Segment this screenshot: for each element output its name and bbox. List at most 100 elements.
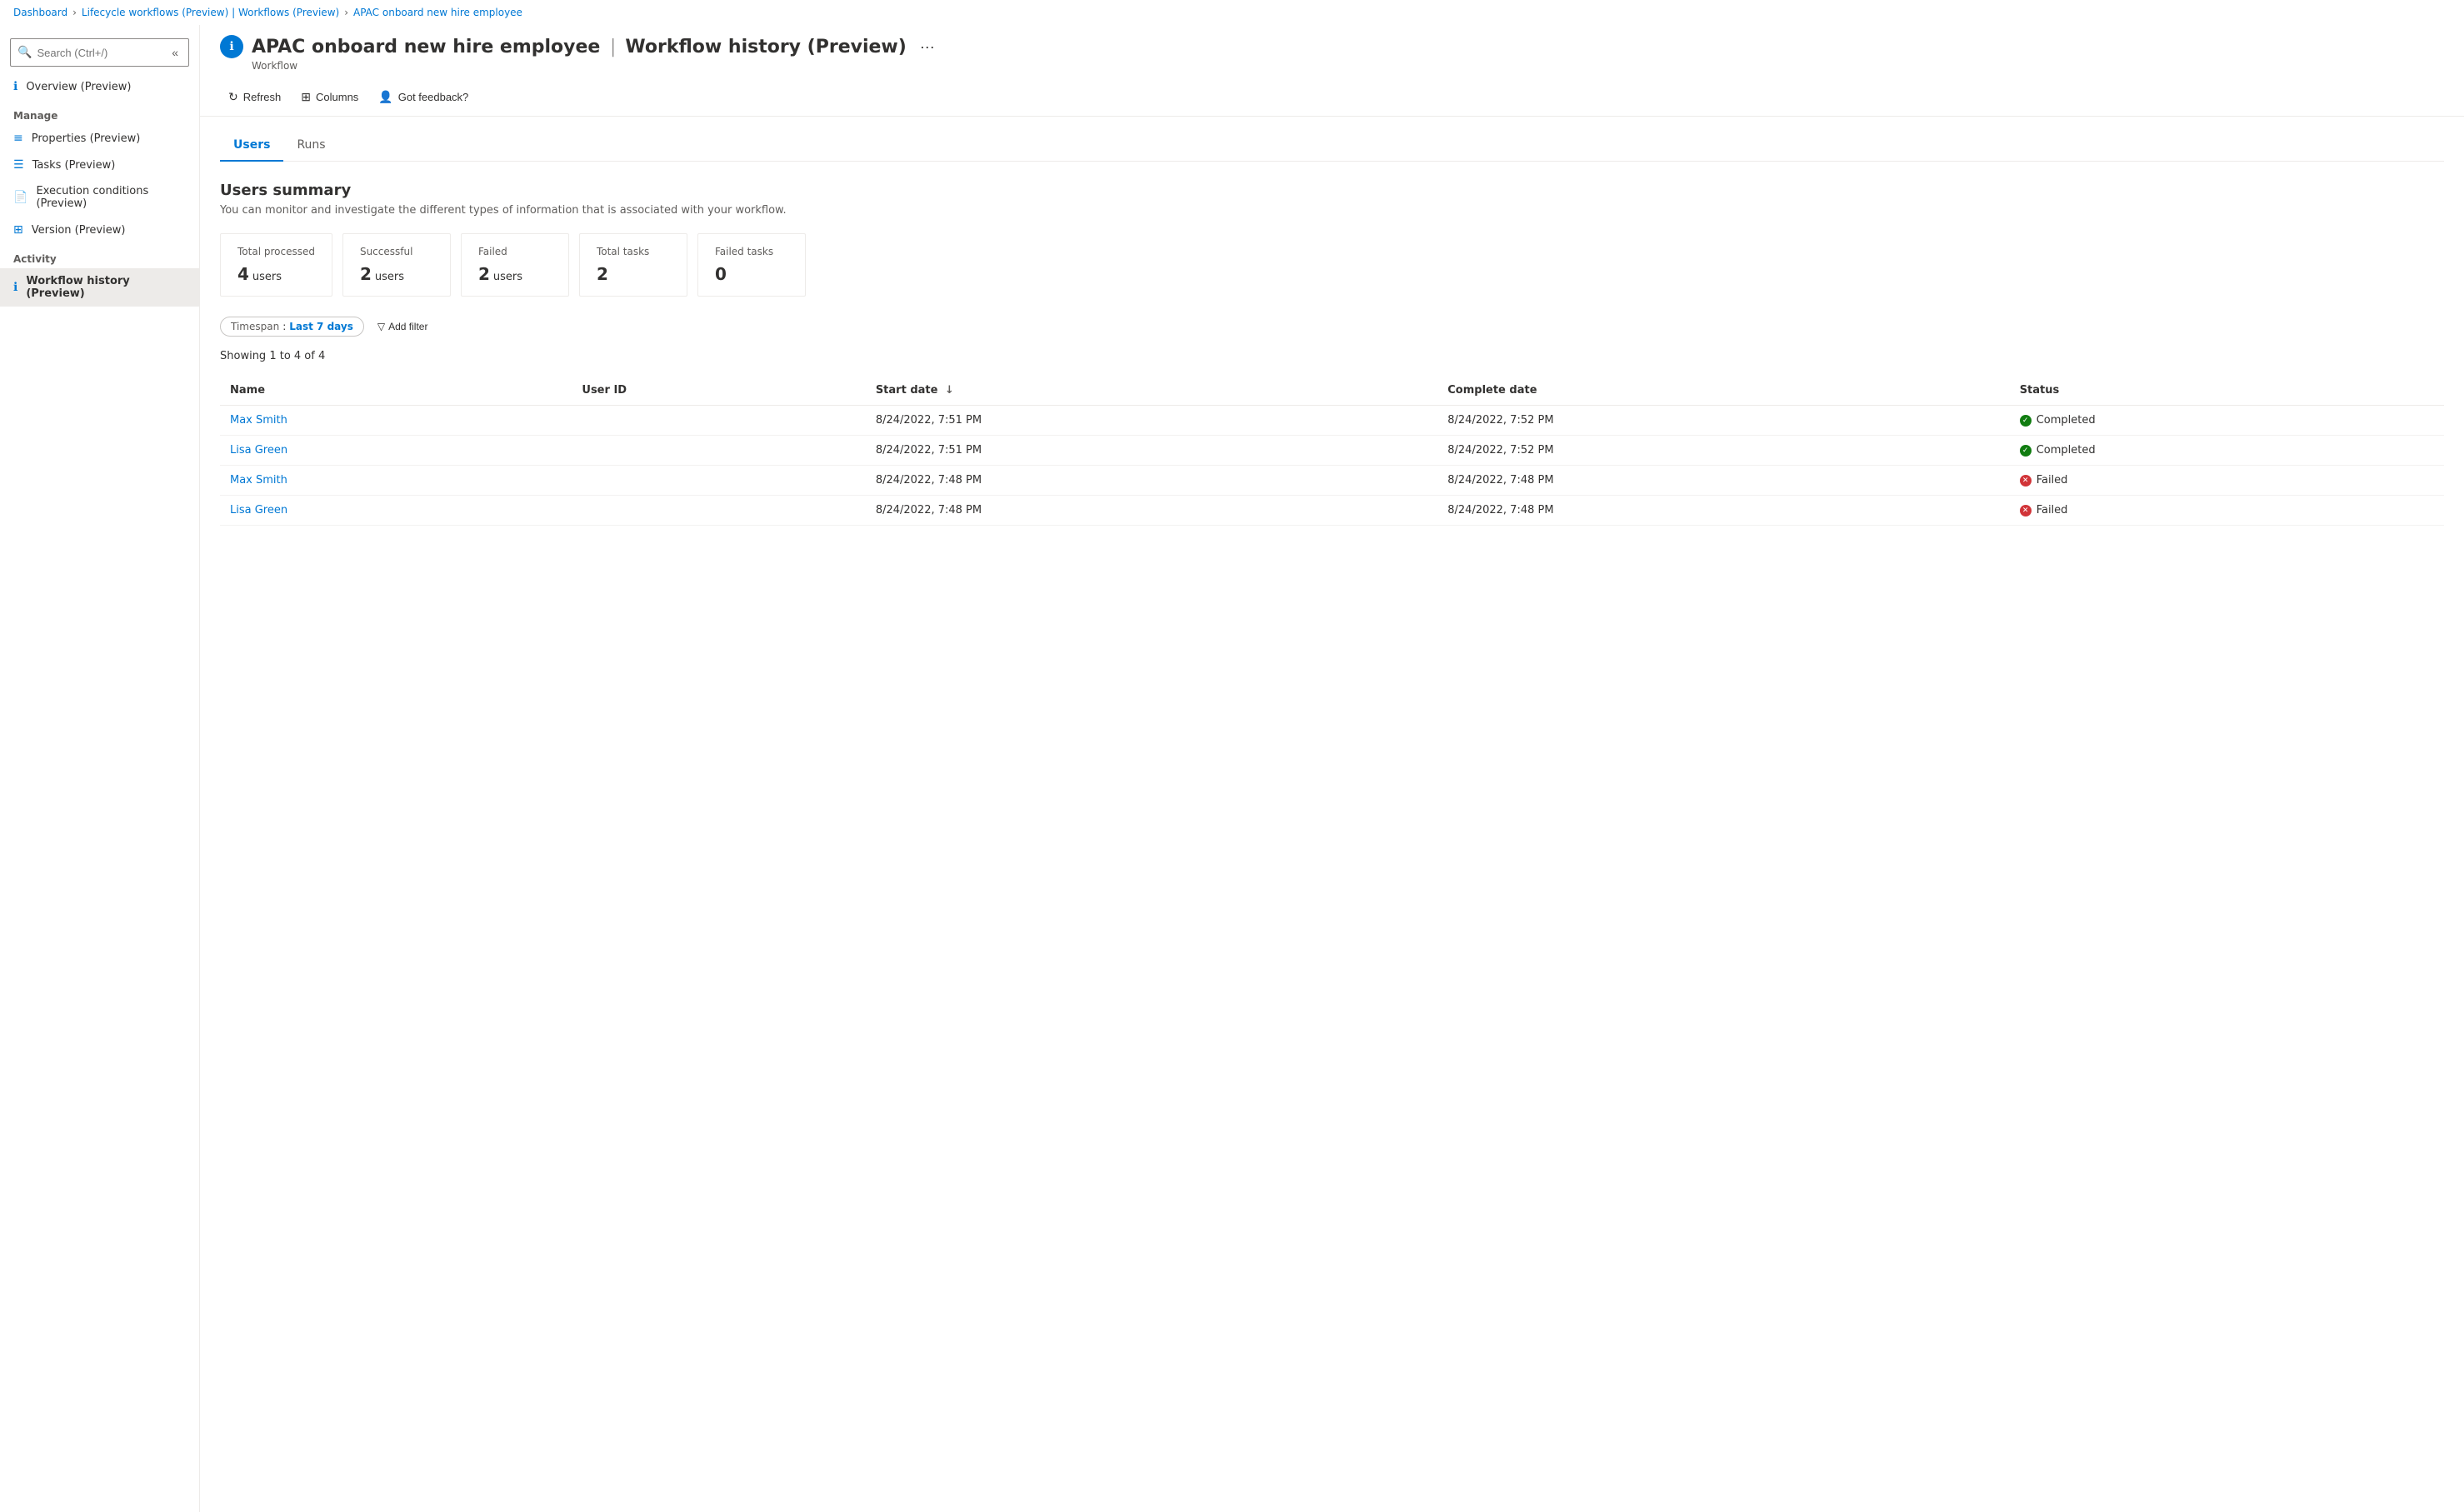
cell-completedate-0: 8/24/2022, 7:52 PM — [1437, 406, 2009, 436]
table-row: Max Smith 8/24/2022, 7:48 PM 8/24/2022, … — [220, 466, 2444, 496]
breadcrumb-dashboard[interactable]: Dashboard — [13, 7, 67, 18]
table-row: Lisa Green 8/24/2022, 7:51 PM 8/24/2022,… — [220, 436, 2444, 466]
stat-label-0: Total processed — [237, 246, 315, 257]
cell-startdate-2: 8/24/2022, 7:48 PM — [866, 466, 1437, 496]
feedback-button[interactable]: 👤 Got feedback? — [370, 85, 477, 109]
stat-successful: Successful 2users — [342, 233, 451, 297]
table-row: Max Smith 8/24/2022, 7:51 PM 8/24/2022, … — [220, 406, 2444, 436]
col-start-date[interactable]: Start date ↓ — [866, 376, 1437, 406]
search-input[interactable] — [37, 47, 163, 59]
refresh-icon: ↻ — [228, 90, 238, 104]
stat-total-tasks: Total tasks 2 — [579, 233, 687, 297]
cell-name-3: Lisa Green — [220, 496, 572, 526]
breadcrumb-current[interactable]: APAC onboard new hire employee — [353, 7, 522, 18]
columns-icon: ⊞ — [301, 90, 311, 104]
cell-userid-1 — [572, 436, 865, 466]
cell-name-2: Max Smith — [220, 466, 572, 496]
breadcrumb: Dashboard › Lifecycle workflows (Preview… — [0, 0, 2464, 25]
feedback-icon: 👤 — [378, 90, 392, 104]
columns-button[interactable]: ⊞ Columns — [292, 85, 367, 109]
status-text-2: Failed — [2037, 474, 2068, 487]
search-box[interactable]: 🔍 « — [10, 38, 189, 67]
cell-name-1: Lisa Green — [220, 436, 572, 466]
cell-userid-0 — [572, 406, 865, 436]
user-link-2[interactable]: Max Smith — [230, 474, 287, 487]
status-icon-0 — [2020, 415, 2032, 427]
bars-icon: ≡ — [13, 132, 23, 145]
cell-startdate-0: 8/24/2022, 7:51 PM — [866, 406, 1437, 436]
timespan-label: Timespan — [231, 321, 279, 332]
cell-status-1: Completed — [2010, 436, 2444, 466]
sidebar-item-tasks[interactable]: ☰ Tasks (Preview) — [0, 152, 199, 178]
stat-label-3: Total tasks — [597, 246, 670, 257]
tab-users[interactable]: Users — [220, 130, 283, 162]
cell-completedate-3: 8/24/2022, 7:48 PM — [1437, 496, 2009, 526]
sidebar: 🔍 « ℹ Overview (Preview) Manage ≡ Proper… — [0, 25, 200, 1512]
tabs: Users Runs — [220, 130, 2444, 162]
status-badge-0: Completed — [2020, 414, 2434, 427]
user-link-1[interactable]: Lisa Green — [230, 444, 287, 457]
sidebar-item-overview[interactable]: ℹ Overview (Preview) — [0, 73, 199, 100]
col-name: Name — [220, 376, 572, 406]
table-header-row: Name User ID Start date ↓ Complete date … — [220, 376, 2444, 406]
section-title: Users summary — [220, 182, 2444, 199]
breadcrumb-lifecycle[interactable]: Lifecycle workflows (Preview) | Workflow… — [82, 7, 339, 18]
add-filter-button[interactable]: ▽ Add filter — [371, 317, 435, 336]
search-icon: 🔍 — [17, 46, 32, 59]
toolbar: ↻ Refresh ⊞ Columns 👤 Got feedback? — [200, 78, 2464, 117]
cell-name-0: Max Smith — [220, 406, 572, 436]
sidebar-overview-label: Overview (Preview) — [26, 81, 131, 93]
timespan-value: Last 7 days — [289, 321, 353, 332]
cell-completedate-1: 8/24/2022, 7:52 PM — [1437, 436, 2009, 466]
cell-startdate-1: 8/24/2022, 7:51 PM — [866, 436, 1437, 466]
layers-icon: ⊞ — [13, 223, 23, 237]
status-icon-3 — [2020, 505, 2032, 516]
sort-arrow-start-date: ↓ — [945, 384, 954, 397]
stats-grid: Total processed 4users Successful 2users… — [220, 233, 2444, 297]
stat-value-2: 2users — [478, 264, 552, 284]
col-complete-date: Complete date — [1437, 376, 2009, 406]
collapse-button[interactable]: « — [168, 42, 182, 62]
stat-total-processed: Total processed 4users — [220, 233, 332, 297]
version-label: Version (Preview) — [32, 224, 126, 237]
cell-userid-2 — [572, 466, 865, 496]
user-link-0[interactable]: Max Smith — [230, 414, 287, 427]
stat-value-3: 2 — [597, 264, 670, 284]
refresh-button[interactable]: ↻ Refresh — [220, 85, 289, 109]
page-header: ℹ APAC onboard new hire employee | Workf… — [200, 25, 2464, 78]
sidebar-item-properties[interactable]: ≡ Properties (Preview) — [0, 125, 199, 152]
doc-icon: 📄 — [13, 191, 27, 204]
status-icon-2 — [2020, 475, 2032, 487]
stat-failed: Failed 2users — [461, 233, 569, 297]
timespan-filter[interactable]: Timespan : Last 7 days — [220, 317, 364, 337]
more-options-button[interactable]: ··· — [915, 37, 940, 57]
stat-label-4: Failed tasks — [715, 246, 788, 257]
stat-value-4: 0 — [715, 264, 788, 284]
stat-value-0: 4users — [237, 264, 315, 284]
info-icon: ℹ — [13, 80, 17, 93]
users-table: Name User ID Start date ↓ Complete date … — [220, 376, 2444, 526]
cell-startdate-3: 8/24/2022, 7:48 PM — [866, 496, 1437, 526]
page-icon: ℹ — [220, 35, 243, 58]
col-status: Status — [2010, 376, 2444, 406]
tab-runs[interactable]: Runs — [283, 130, 338, 162]
manage-section-label: Manage — [0, 100, 199, 125]
status-text-3: Failed — [2037, 504, 2068, 516]
cell-userid-3 — [572, 496, 865, 526]
properties-label: Properties (Preview) — [32, 132, 141, 145]
cell-status-0: Completed — [2010, 406, 2444, 436]
status-icon-1 — [2020, 445, 2032, 457]
history-icon: ℹ — [13, 281, 17, 294]
stat-failed-tasks: Failed tasks 0 — [697, 233, 806, 297]
workflow-history-label: Workflow history (Preview) — [26, 275, 186, 300]
sidebar-item-execution[interactable]: 📄 Execution conditions (Preview) — [0, 178, 199, 217]
col-userid: User ID — [572, 376, 865, 406]
cell-completedate-2: 8/24/2022, 7:48 PM — [1437, 466, 2009, 496]
execution-label: Execution conditions (Preview) — [36, 185, 186, 210]
section-description: You can monitor and investigate the diff… — [220, 204, 2444, 217]
stat-label-1: Successful — [360, 246, 433, 257]
sidebar-item-workflow-history[interactable]: ℹ Workflow history (Preview) — [0, 268, 199, 307]
user-link-3[interactable]: Lisa Green — [230, 504, 287, 516]
activity-section-label: Activity — [0, 243, 199, 268]
sidebar-item-version[interactable]: ⊞ Version (Preview) — [0, 217, 199, 243]
